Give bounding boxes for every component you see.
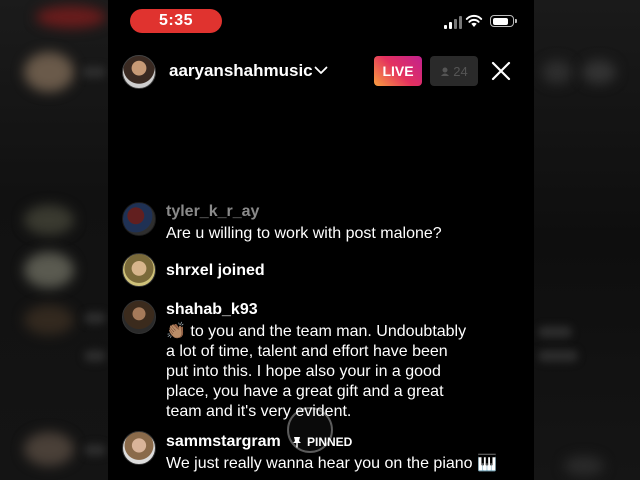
blurred-backdrop-right	[534, 0, 640, 480]
blur-shape	[24, 432, 74, 466]
chevron-down-icon[interactable]	[314, 66, 328, 75]
live-header: aaryanshahmusic LIVE 24	[108, 52, 534, 92]
comment-line-text: to you and the team man. Undoubtably	[190, 323, 467, 340]
blurred-backdrop-left	[0, 0, 108, 480]
live-badge: LIVE	[374, 56, 422, 86]
comment-line: 👏🏽 to you and the team man. Undoubtably	[166, 322, 496, 342]
viewer-count: 24	[453, 63, 468, 79]
avatar[interactable]	[122, 431, 156, 465]
blur-shape	[564, 456, 604, 476]
blur-shape	[82, 66, 106, 78]
blur-shape	[36, 6, 106, 28]
status-bar: 5:35	[108, 0, 534, 44]
wifi-icon	[465, 14, 483, 27]
comment-text: Are u willing to work with post malone?	[166, 225, 442, 242]
comment-line: put into this. I hope also your in a goo…	[166, 363, 441, 380]
blur-shape	[542, 60, 572, 84]
comment-username[interactable]: sammstargram	[166, 433, 281, 451]
battery-level	[492, 17, 508, 25]
blur-shape	[24, 205, 74, 235]
blur-shape	[24, 52, 74, 92]
clap-emoji: 👏🏽	[166, 323, 186, 340]
blur-shape	[84, 350, 106, 362]
viewer-count-badge[interactable]: 24	[430, 56, 478, 86]
touch-indicator	[287, 407, 333, 453]
blur-shape	[84, 312, 106, 324]
blur-shape	[24, 252, 74, 288]
host-avatar[interactable]	[122, 55, 156, 89]
avatar[interactable]	[122, 202, 156, 236]
live-stream-screen: 5:35 aaryanshahmusic LIVE 24 tyler_k_r_a…	[108, 0, 534, 480]
eye-icon	[441, 67, 450, 76]
join-notice: shrxel joined	[166, 262, 265, 279]
close-icon[interactable]	[490, 60, 512, 82]
comment-line-text: We just really wanna hear you on the pia…	[166, 455, 473, 472]
piano-emoji: 🎹	[477, 455, 497, 472]
host-username[interactable]: aaryanshahmusic	[169, 61, 313, 81]
comment-line: a lot of time, talent and effort have be…	[166, 343, 448, 360]
comment-username[interactable]: shahab_k93	[166, 301, 258, 319]
comment-username[interactable]: tyler_k_r_ay	[166, 203, 259, 221]
blur-shape	[84, 444, 106, 456]
status-time: 5:35	[130, 9, 222, 33]
battery-nub	[515, 19, 517, 23]
comment-line: place, you have a great gift and a great	[166, 383, 444, 400]
blur-shape	[24, 305, 74, 335]
signal-icon	[444, 15, 462, 29]
blur-shape	[582, 60, 616, 84]
battery-icon	[490, 15, 517, 27]
avatar[interactable]	[122, 300, 156, 334]
comment-text: We just really wanna hear you on the pia…	[166, 454, 526, 474]
blur-shape	[538, 326, 572, 338]
blur-shape	[538, 350, 578, 362]
avatar[interactable]	[122, 253, 156, 287]
